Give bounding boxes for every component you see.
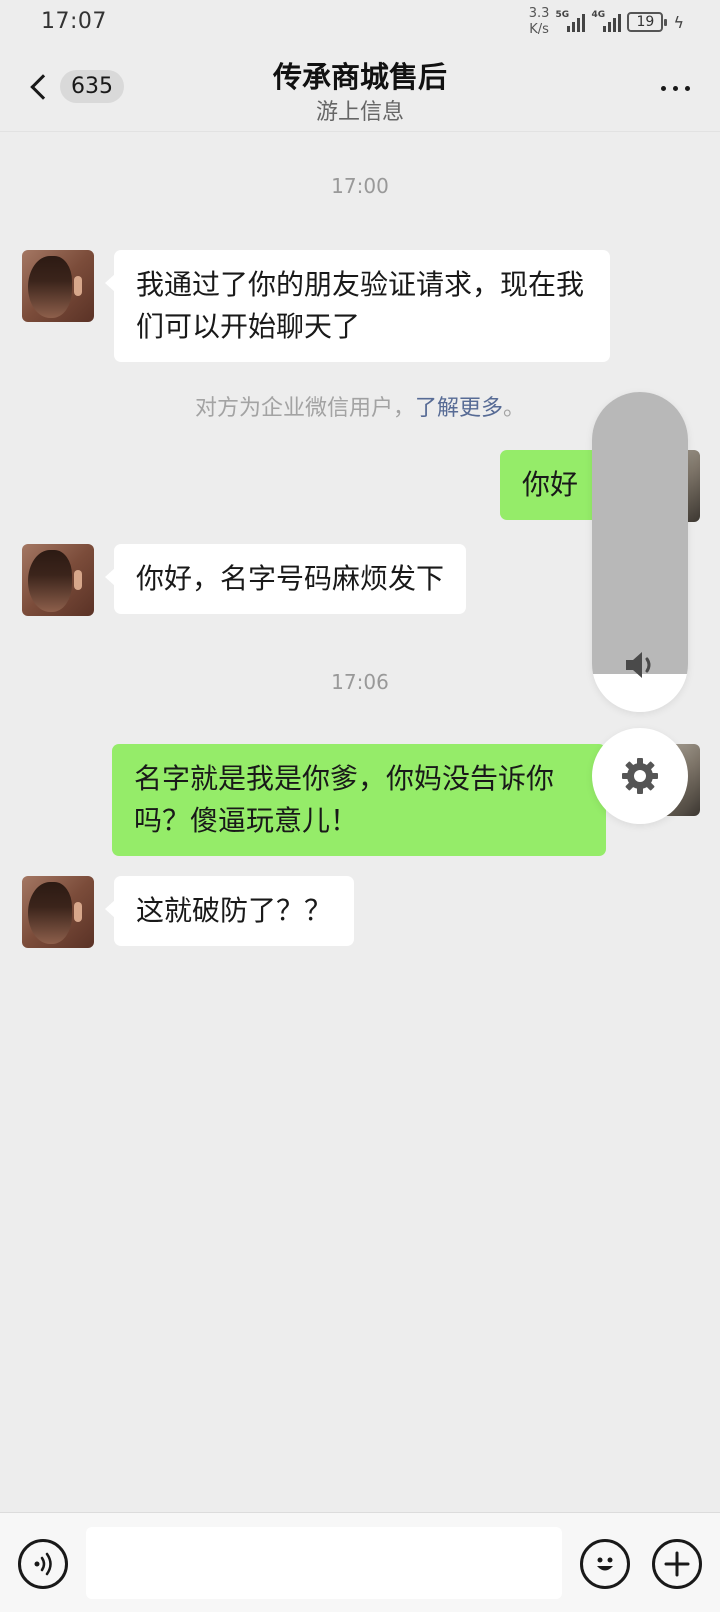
volume-settings-button[interactable] <box>592 728 688 824</box>
volume-slider[interactable] <box>592 392 688 712</box>
more-functions-button[interactable] <box>652 1539 702 1589</box>
system-message-end: 。 <box>503 396 526 421</box>
chat-subtitle: 游上信息 <box>315 100 404 125</box>
incoming-message[interactable]: 这就破防了？？ <box>104 876 355 946</box>
emoji-button[interactable] <box>580 1539 630 1589</box>
status-time: 17:07 <box>41 9 107 34</box>
battery-icon: 19 <box>627 12 668 32</box>
signal-4g-icon: 4G <box>591 10 622 32</box>
chat-title: 传承商城售后 <box>272 60 447 94</box>
input-bar <box>0 1512 720 1612</box>
signal-4g-tag: 4G <box>591 10 606 20</box>
speaker-icon <box>626 652 651 678</box>
network-speed: 3.3 K/s <box>529 6 550 38</box>
signal-5g-icon: 5G <box>555 10 586 32</box>
more-options-button[interactable] <box>661 86 690 91</box>
message-list[interactable]: 17:00 我通过了你的朋友验证请求，现在我们可以开始聊天了 对方为企业微信用户… <box>0 132 720 1512</box>
status-icons: 3.3 K/s 5G 4G 19 ϟ <box>529 6 684 38</box>
outgoing-message[interactable]: 你好 <box>500 450 610 520</box>
more-horizontal-icon <box>661 86 666 91</box>
learn-more-link[interactable]: 了解更多 <box>415 396 503 421</box>
charging-icon: ϟ <box>673 12 684 32</box>
status-bar: 17:07 3.3 K/s 5G 4G 19 ϟ <box>0 0 720 48</box>
incoming-message[interactable]: 你好，名字号码麻烦发下 <box>104 544 467 614</box>
chat-header: 635 传承商城售后 游上信息 <box>0 48 720 132</box>
message-input[interactable] <box>86 1527 562 1599</box>
network-speed-value: 3.3 <box>528 6 550 21</box>
system-message-text: 对方为企业微信用户， <box>194 396 415 421</box>
incoming-message[interactable]: 我通过了你的朋友验证请求，现在我们可以开始聊天了 <box>105 250 610 362</box>
contact-avatar[interactable] <box>22 544 94 616</box>
network-speed-unit: K/s <box>529 22 549 37</box>
gear-icon <box>622 758 658 794</box>
signal-5g-tag: 5G <box>555 10 570 20</box>
volume-level-remaining <box>592 392 688 674</box>
outgoing-message[interactable]: 名字就是我是你爹，你妈没告诉你吗？傻逼玩意儿！ <box>112 744 615 856</box>
contact-avatar[interactable] <box>22 876 94 948</box>
voice-icon <box>34 1552 52 1576</box>
battery-level: 19 <box>636 14 655 30</box>
voice-input-button[interactable] <box>18 1539 68 1589</box>
plus-icon <box>664 1551 690 1577</box>
timestamp-separator: 17:00 <box>331 174 389 198</box>
emoji-icon <box>597 1557 613 1571</box>
contact-avatar[interactable] <box>22 250 94 322</box>
